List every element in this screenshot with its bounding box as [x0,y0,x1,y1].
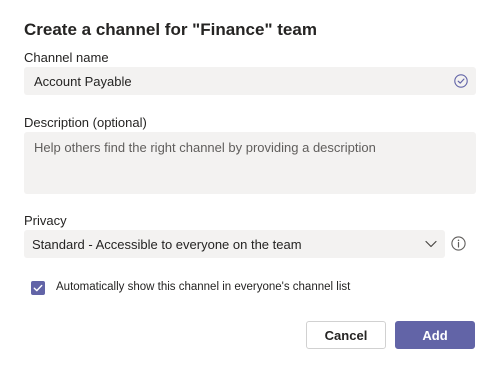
auto-show-label: Automatically show this channel in every… [56,281,351,293]
channel-name-value: Account Payable [34,74,132,89]
description-placeholder: Help others find the right channel by pr… [34,140,376,155]
check-circle-icon [454,74,468,88]
description-textarea[interactable]: Help others find the right channel by pr… [24,132,476,194]
dialog-title: Create a channel for "Finance" team [24,20,317,39]
privacy-selected-value: Standard - Accessible to everyone on the… [32,237,302,252]
checkmark-icon [33,284,43,292]
privacy-select[interactable]: Standard - Accessible to everyone on the… [24,230,445,258]
channel-name-input[interactable]: Account Payable [24,67,476,95]
chevron-down-icon [425,240,437,248]
add-button[interactable]: Add [395,321,475,349]
cancel-button[interactable]: Cancel [306,321,386,349]
description-label: Description (optional) [24,115,147,130]
privacy-label: Privacy [24,213,67,228]
info-icon[interactable] [451,236,466,251]
auto-show-checkbox[interactable] [31,281,45,295]
channel-name-label: Channel name [24,50,109,65]
